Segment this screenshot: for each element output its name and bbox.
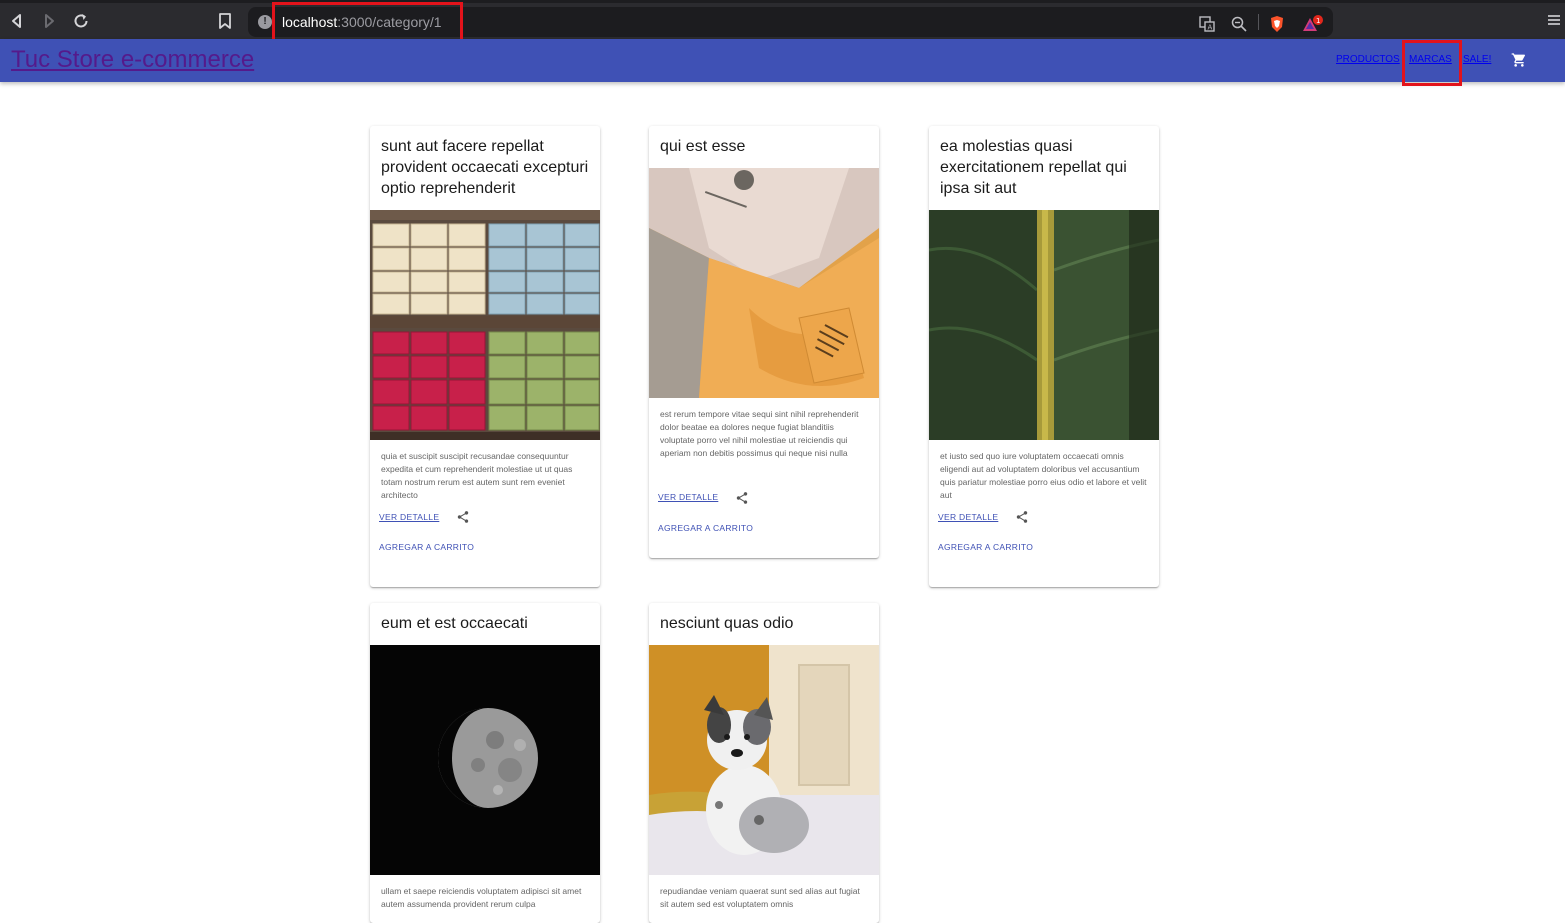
- url-text[interactable]: localhost:3000/category/1: [282, 14, 442, 30]
- product-description: ullam et saepe reiciendis voluptatem adi…: [381, 886, 582, 909]
- product-card: qui est esse est rerum tempore vitae seq…: [649, 126, 879, 558]
- nav-sale[interactable]: SALE!: [1463, 54, 1491, 65]
- card-actions: VER DETALLE: [929, 503, 1159, 533]
- share-icon[interactable]: [456, 510, 470, 524]
- nav-marcas[interactable]: MARCAS: [1409, 54, 1452, 65]
- site-info-icon[interactable]: !: [258, 15, 272, 29]
- agregar-carrito-button[interactable]: AGREGAR A CARRITO: [379, 542, 474, 552]
- share-icon[interactable]: [1015, 510, 1029, 524]
- app-header: Tuc Store e-commerce PRODUCTOS MARCAS SA…: [0, 39, 1565, 82]
- share-icon[interactable]: [735, 491, 749, 505]
- ver-detalle-link[interactable]: VER DETALLE: [379, 512, 439, 522]
- product-description: est rerum tempore vitae sequi sint nihil…: [660, 409, 859, 458]
- svg-text:A: A: [1208, 24, 1213, 32]
- zoom-icon[interactable]: [1230, 15, 1248, 33]
- product-card: nesciunt quas odio repudiandae veniam qu…: [649, 603, 879, 923]
- product-image: [370, 210, 600, 440]
- product-title: nesciunt quas odio: [660, 615, 794, 632]
- product-image: [649, 645, 879, 875]
- bookmark-icon[interactable]: [216, 11, 234, 31]
- product-description: quia et suscipit suscipit recusandae con…: [381, 451, 573, 500]
- brave-shield-icon[interactable]: [1268, 15, 1286, 33]
- brand-link[interactable]: Tuc Store e-commerce: [11, 46, 254, 74]
- nav-productos[interactable]: PRODUCTOS: [1336, 54, 1400, 65]
- ver-detalle-link[interactable]: VER DETALLE: [658, 492, 718, 502]
- product-image: [649, 168, 879, 398]
- svg-text:1: 1: [1316, 17, 1320, 25]
- product-title: eum et est occaecati: [381, 615, 528, 632]
- product-title: sunt aut facere repellat provident occae…: [381, 138, 589, 197]
- product-description: et iusto sed quo iure voluptatem occaeca…: [940, 451, 1147, 500]
- card-actions: VER DETALLE: [370, 503, 600, 533]
- product-title: qui est esse: [660, 138, 746, 155]
- back-icon[interactable]: [7, 11, 27, 31]
- product-image: [929, 210, 1159, 440]
- translate-icon[interactable]: A: [1198, 15, 1216, 33]
- product-title: ea molestias quasi exercitationem repell…: [940, 138, 1127, 197]
- ver-detalle-link[interactable]: VER DETALLE: [938, 512, 998, 522]
- card-cart-row: AGREGAR A CARRITO: [929, 533, 1159, 573]
- cart-icon[interactable]: [1511, 52, 1527, 68]
- product-card: ea molestias quasi exercitationem repell…: [929, 126, 1159, 587]
- address-bar[interactable]: ! localhost:3000/category/1 A 1: [248, 7, 1333, 37]
- product-card: eum et est occaecati ullam et saepe reic…: [370, 603, 600, 923]
- browser-toolbar: ! localhost:3000/category/1 A 1: [0, 0, 1565, 39]
- forward-icon[interactable]: [39, 11, 59, 31]
- reload-icon[interactable]: [71, 11, 91, 31]
- card-actions: VER DETALLE: [649, 488, 879, 518]
- product-description: repudiandae veniam quaerat sunt sed alia…: [660, 886, 860, 909]
- card-cart-row: AGREGAR A CARRITO: [370, 533, 600, 573]
- agregar-carrito-button[interactable]: AGREGAR A CARRITO: [658, 523, 753, 533]
- agregar-carrito-button[interactable]: AGREGAR A CARRITO: [938, 542, 1033, 552]
- menu-icon[interactable]: [1547, 13, 1561, 27]
- card-cart-row: AGREGAR A CARRITO: [649, 518, 879, 558]
- toolbar-divider: [1258, 14, 1259, 30]
- brave-rewards-icon[interactable]: 1: [1301, 15, 1323, 33]
- product-image: [370, 645, 600, 875]
- product-card: sunt aut facere repellat provident occae…: [370, 126, 600, 587]
